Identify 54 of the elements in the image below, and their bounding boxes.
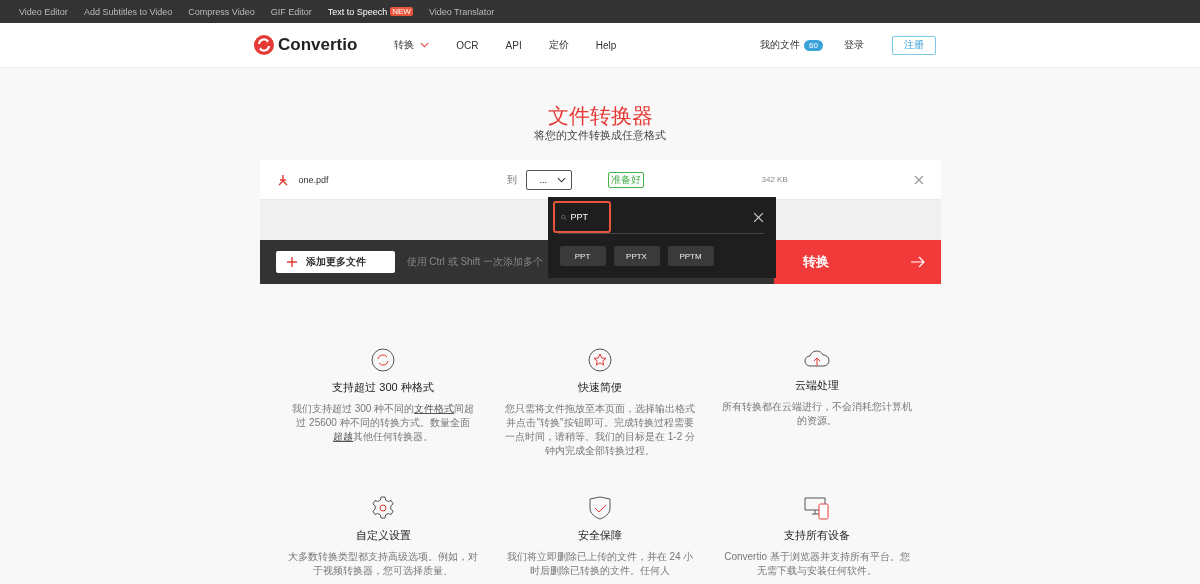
feature-title: 安全保障 (578, 528, 622, 543)
top-nav-link[interactable]: Video Editor (19, 6, 68, 17)
nav-link[interactable]: OCR (456, 38, 479, 52)
top-nav-link[interactable]: Text to Speech NEW (327, 6, 413, 17)
feature-description: 您只需将文件拖放至本页面，选择输出格式并点击"转换"按钮即可。完成转换过程需要一点时间，请稍等。我们的目标是在 1-2 分钟内完成全部转换过程。 (505, 402, 695, 458)
close-icon[interactable] (752, 211, 764, 223)
nav-link[interactable]: 定价 (548, 38, 569, 52)
search-icon (560, 212, 567, 222)
top-nav-link[interactable]: Compress Video (188, 6, 255, 17)
format-option[interactable]: PPT (559, 246, 606, 266)
nav-link[interactable]: 转换 (394, 38, 430, 52)
file-size: 342 KB (761, 175, 788, 184)
feature-link[interactable]: 文件格式 (414, 403, 455, 414)
format-option[interactable]: PPTM (667, 246, 714, 266)
nav-link[interactable]: API (505, 38, 522, 52)
format-select[interactable]: ... (525, 169, 572, 190)
feature-description: 我们支持超过 300 种不同的文件格式间超过 25600 种不同的转换方式。数量全面 超越其他任何转换器。 (290, 402, 476, 444)
feature-title: 云端处理 (795, 378, 839, 393)
add-files-button[interactable]: 添加更多文件 (275, 251, 395, 273)
refresh-icon (371, 348, 395, 372)
page-subtitle: 将您的文件转换成任意格式 (533, 128, 667, 142)
logo-text[interactable]: Convertio (278, 35, 358, 55)
nav-link[interactable]: Help (595, 38, 617, 52)
my-files-link[interactable]: 我的文件 60 (760, 38, 823, 52)
page-title: 文件转换器 (546, 104, 654, 128)
feature-title: 快速简便 (578, 380, 622, 395)
file-count-badge: 60 (804, 39, 823, 51)
settings-icon (371, 496, 395, 520)
format-option[interactable]: PPTX (613, 246, 660, 266)
feature-title: 自定义设置 (355, 528, 411, 543)
to-label: 到 (506, 172, 517, 187)
new-badge: NEW (390, 7, 413, 16)
plus-icon (286, 257, 297, 267)
login-link[interactable]: 登录 (844, 38, 864, 52)
feature-title: 支持所有设备 (784, 528, 850, 543)
feature-description: 大多数转换类型都支持高级选项。例如，对于视频转换器，您可选择质量、 (288, 550, 478, 578)
shield-check-icon (589, 496, 611, 520)
top-nav-link[interactable]: Video Translator (428, 6, 495, 17)
chevron-down-icon (556, 176, 566, 183)
logo-icon[interactable] (254, 35, 274, 55)
feature-title: 支持超过 300 种格式 (332, 380, 434, 395)
convert-button[interactable]: 转换 (773, 240, 941, 284)
status-badge: 准备好 (607, 171, 644, 188)
file-name: one.pdf (298, 174, 329, 185)
top-nav-link[interactable]: Add Subtitles to Video (83, 6, 173, 17)
feature-description: Convertio 基于浏览器并支持所有平台。您无需下载与安装任何软件。 (723, 550, 911, 578)
pdf-file-icon (276, 173, 289, 186)
cloud-upload-icon (803, 348, 831, 370)
feature-link[interactable]: 超越 (333, 431, 353, 442)
feature-description: 所有转换都在云端进行，不会消耗您计算机的资源。 (722, 400, 912, 428)
arrow-right-icon (910, 256, 925, 268)
devices-icon (804, 496, 830, 520)
top-nav-link[interactable]: GIF Editor (270, 6, 312, 17)
feature-description: 我们将立即删除已上传的文件，并在 24 小时后删除已转换的文件。任何人 (505, 550, 695, 578)
